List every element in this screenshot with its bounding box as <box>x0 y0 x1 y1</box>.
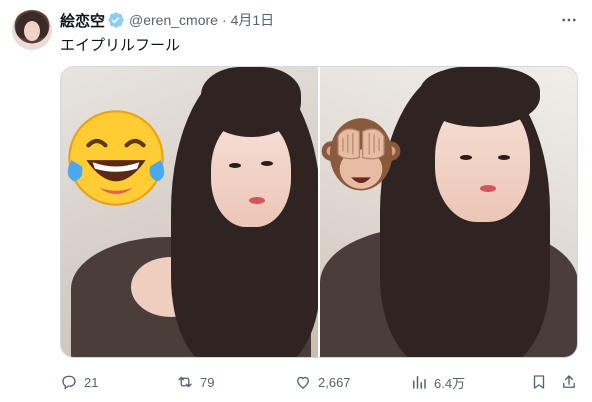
photo-right[interactable] <box>320 67 577 357</box>
view-count: 6.4万 <box>434 375 466 391</box>
retweet-button[interactable]: 79 <box>176 372 214 392</box>
see-no-evil-monkey-emoji-icon <box>321 118 401 191</box>
tweet[interactable]: 絵恋空 @eren_cmore · 4月1日 エイプリルフール 21 79 2,… <box>0 0 592 402</box>
separator-dot: · <box>221 12 227 28</box>
author-handle[interactable]: @eren_cmore <box>129 12 218 28</box>
views-button[interactable]: 6.4万 <box>410 372 465 392</box>
share-button[interactable] <box>560 372 578 392</box>
media-grid <box>60 66 578 358</box>
laughing-tears-emoji-icon <box>67 110 165 206</box>
tweet-date[interactable]: 4月1日 <box>231 10 275 30</box>
verified-badge-icon[interactable] <box>107 11 125 29</box>
retweet-count: 79 <box>200 374 215 390</box>
reply-icon <box>62 375 76 390</box>
action-bar: 21 79 2,667 6.4万 <box>60 372 580 392</box>
avatar[interactable] <box>12 10 52 50</box>
like-button[interactable]: 2,667 <box>294 372 351 392</box>
tweet-text: エイプリルフール <box>60 37 181 54</box>
reply-count: 21 <box>84 374 99 390</box>
bookmark-button[interactable] <box>530 372 548 392</box>
like-count: 2,667 <box>318 374 351 390</box>
photo-left[interactable] <box>61 67 318 357</box>
views-chart-icon <box>413 376 426 389</box>
share-icon <box>563 375 575 388</box>
retweet-icon <box>178 376 192 388</box>
author-name[interactable]: 絵恋空 <box>60 10 105 31</box>
more-options-icon[interactable] <box>558 10 580 30</box>
heart-icon <box>297 376 309 389</box>
tweet-header: 絵恋空 @eren_cmore · 4月1日 <box>60 10 274 30</box>
bookmark-icon <box>533 375 545 389</box>
reply-button[interactable]: 21 <box>60 372 98 392</box>
